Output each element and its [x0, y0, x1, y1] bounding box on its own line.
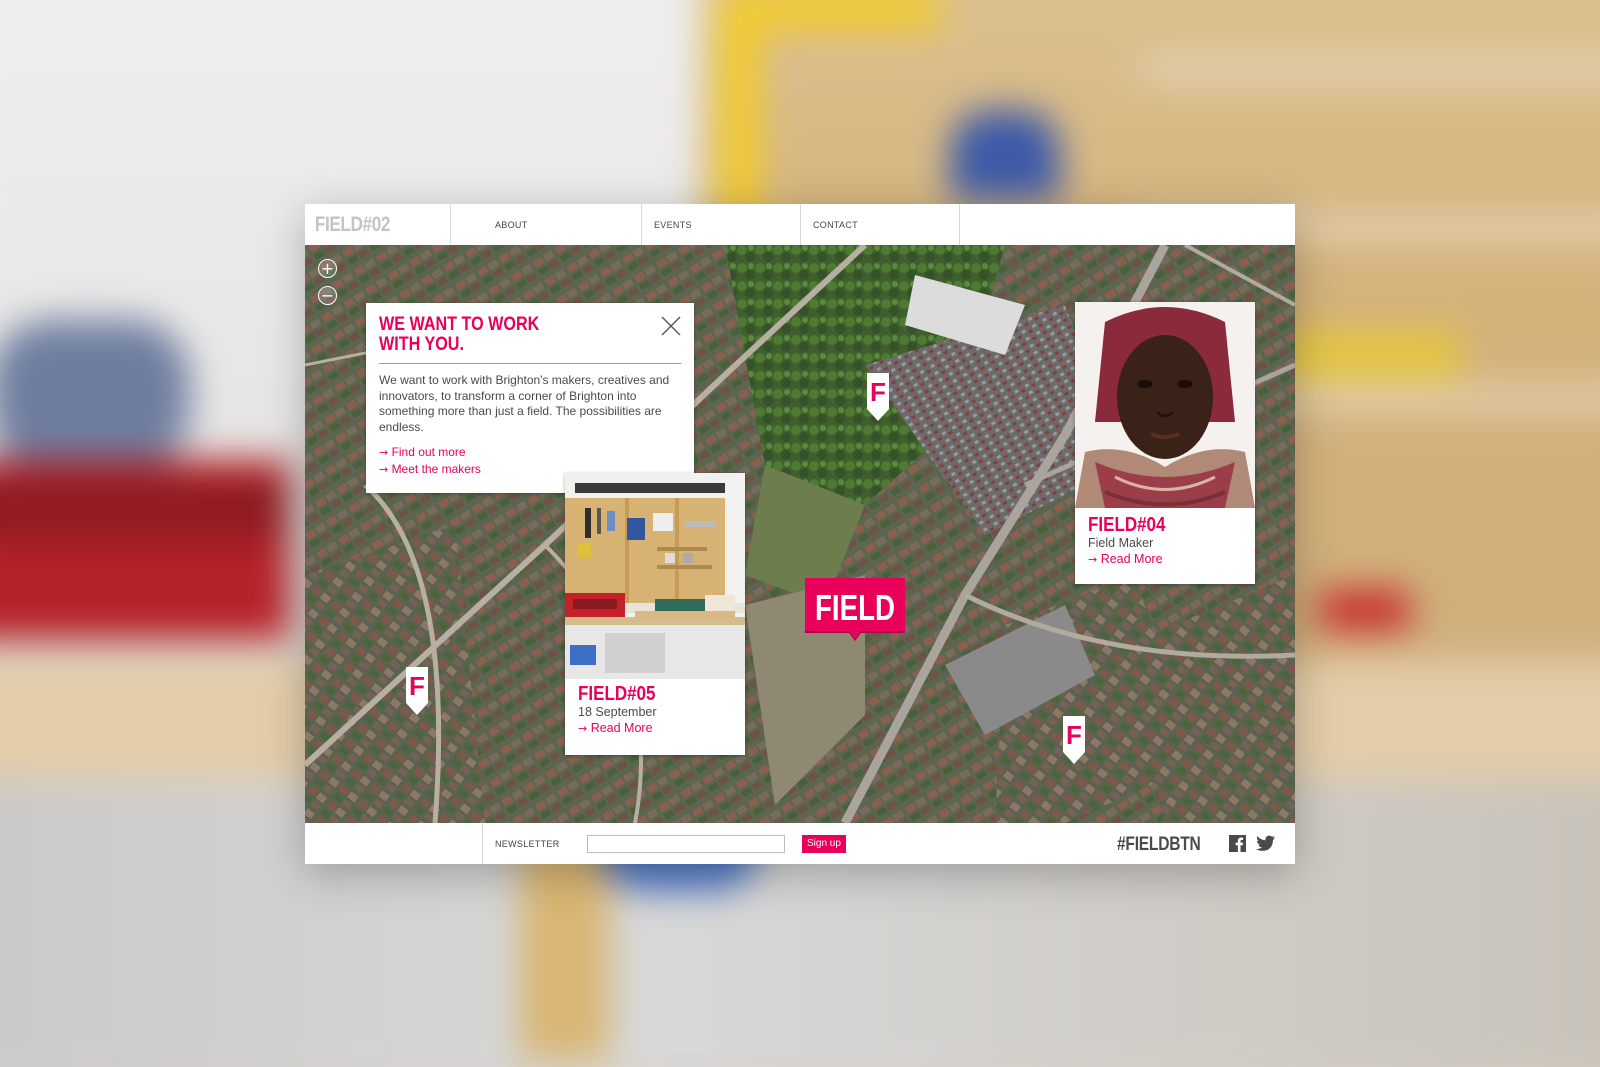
- pin-letter: F: [870, 377, 886, 407]
- info-card-divider: [379, 363, 681, 364]
- maker-card-title: FIELD#04: [1088, 514, 1166, 536]
- zoom-in-button[interactable]: +: [318, 259, 337, 278]
- welcome-info-card: WE WANT TO WORK WITH YOU. We want to wor…: [366, 303, 694, 493]
- field-marker-label: FIELD: [815, 587, 895, 628]
- close-icon[interactable]: [660, 315, 682, 337]
- event-read-more-label: Read More: [590, 721, 653, 735]
- event-read-more-link[interactable]: → Read More: [578, 720, 669, 737]
- newsletter-email-input[interactable]: [587, 834, 785, 853]
- field-location-marker[interactable]: FIELD: [805, 578, 905, 642]
- nav-contact[interactable]: CONTACT: [801, 204, 960, 245]
- find-out-more-link[interactable]: → Find out more: [379, 444, 681, 461]
- site-logo[interactable]: FIELD#02: [305, 204, 451, 245]
- plus-icon: +: [320, 258, 335, 278]
- event-card-title: FIELD#05: [578, 683, 656, 705]
- footer-bar: NEWSLETTER Sign up #FIELDBTN: [305, 823, 1295, 864]
- signup-button[interactable]: Sign up: [802, 834, 846, 853]
- arrow-right-icon: →: [1088, 553, 1098, 566]
- footer-spacer: [305, 823, 483, 864]
- find-out-more-label: Find out more: [391, 445, 466, 459]
- pin-letter: F: [1066, 720, 1082, 750]
- event-card-date: 18 September: [578, 705, 657, 719]
- arrow-right-icon: →: [578, 722, 588, 735]
- maker-card-role: Field Maker: [1088, 536, 1154, 550]
- event-card-field05[interactable]: FIELD#05 18 September → Read More: [565, 473, 745, 755]
- newsletter-label: NEWSLETTER: [495, 838, 560, 849]
- event-card-caption: FIELD#05 18 September → Read More: [578, 684, 669, 737]
- map-pin-marker[interactable]: F: [867, 373, 889, 421]
- workshop-photo: [565, 473, 745, 679]
- facebook-icon[interactable]: [1229, 835, 1246, 852]
- hashtag-label[interactable]: #FIELDBTN: [1117, 834, 1201, 856]
- website-window: FIELD#02 ABOUT EVENTS CONTACT + − F F F …: [305, 204, 1295, 864]
- zoom-out-button[interactable]: −: [318, 286, 337, 305]
- map-pin-marker[interactable]: F: [406, 667, 428, 715]
- maker-card-caption: FIELD#04 Field Maker → Read More: [1088, 515, 1179, 568]
- map-pin-marker[interactable]: F: [1063, 716, 1085, 764]
- nav-about[interactable]: ABOUT: [483, 204, 642, 245]
- info-card-body: We want to work with Brighton's makers, …: [379, 373, 670, 434]
- aerial-map[interactable]: + − F F F FIELD WE WANT TO WORK WITH YOU…: [305, 245, 1295, 823]
- nav-events[interactable]: EVENTS: [642, 204, 801, 245]
- arrow-right-icon: →: [379, 446, 389, 459]
- info-card-title: WE WANT TO WORK WITH YOU.: [379, 314, 540, 355]
- maker-portrait-photo: [1075, 302, 1255, 508]
- maker-read-more-label: Read More: [1100, 552, 1163, 566]
- minus-icon: −: [320, 285, 335, 305]
- top-navigation: FIELD#02 ABOUT EVENTS CONTACT: [305, 204, 1295, 245]
- meet-the-makers-label: Meet the makers: [391, 462, 481, 476]
- twitter-icon[interactable]: [1256, 835, 1275, 852]
- maker-card-field04[interactable]: FIELD#04 Field Maker → Read More: [1075, 302, 1255, 584]
- maker-read-more-link[interactable]: → Read More: [1088, 551, 1179, 568]
- arrow-right-icon: →: [379, 463, 389, 476]
- pin-letter: F: [409, 671, 425, 701]
